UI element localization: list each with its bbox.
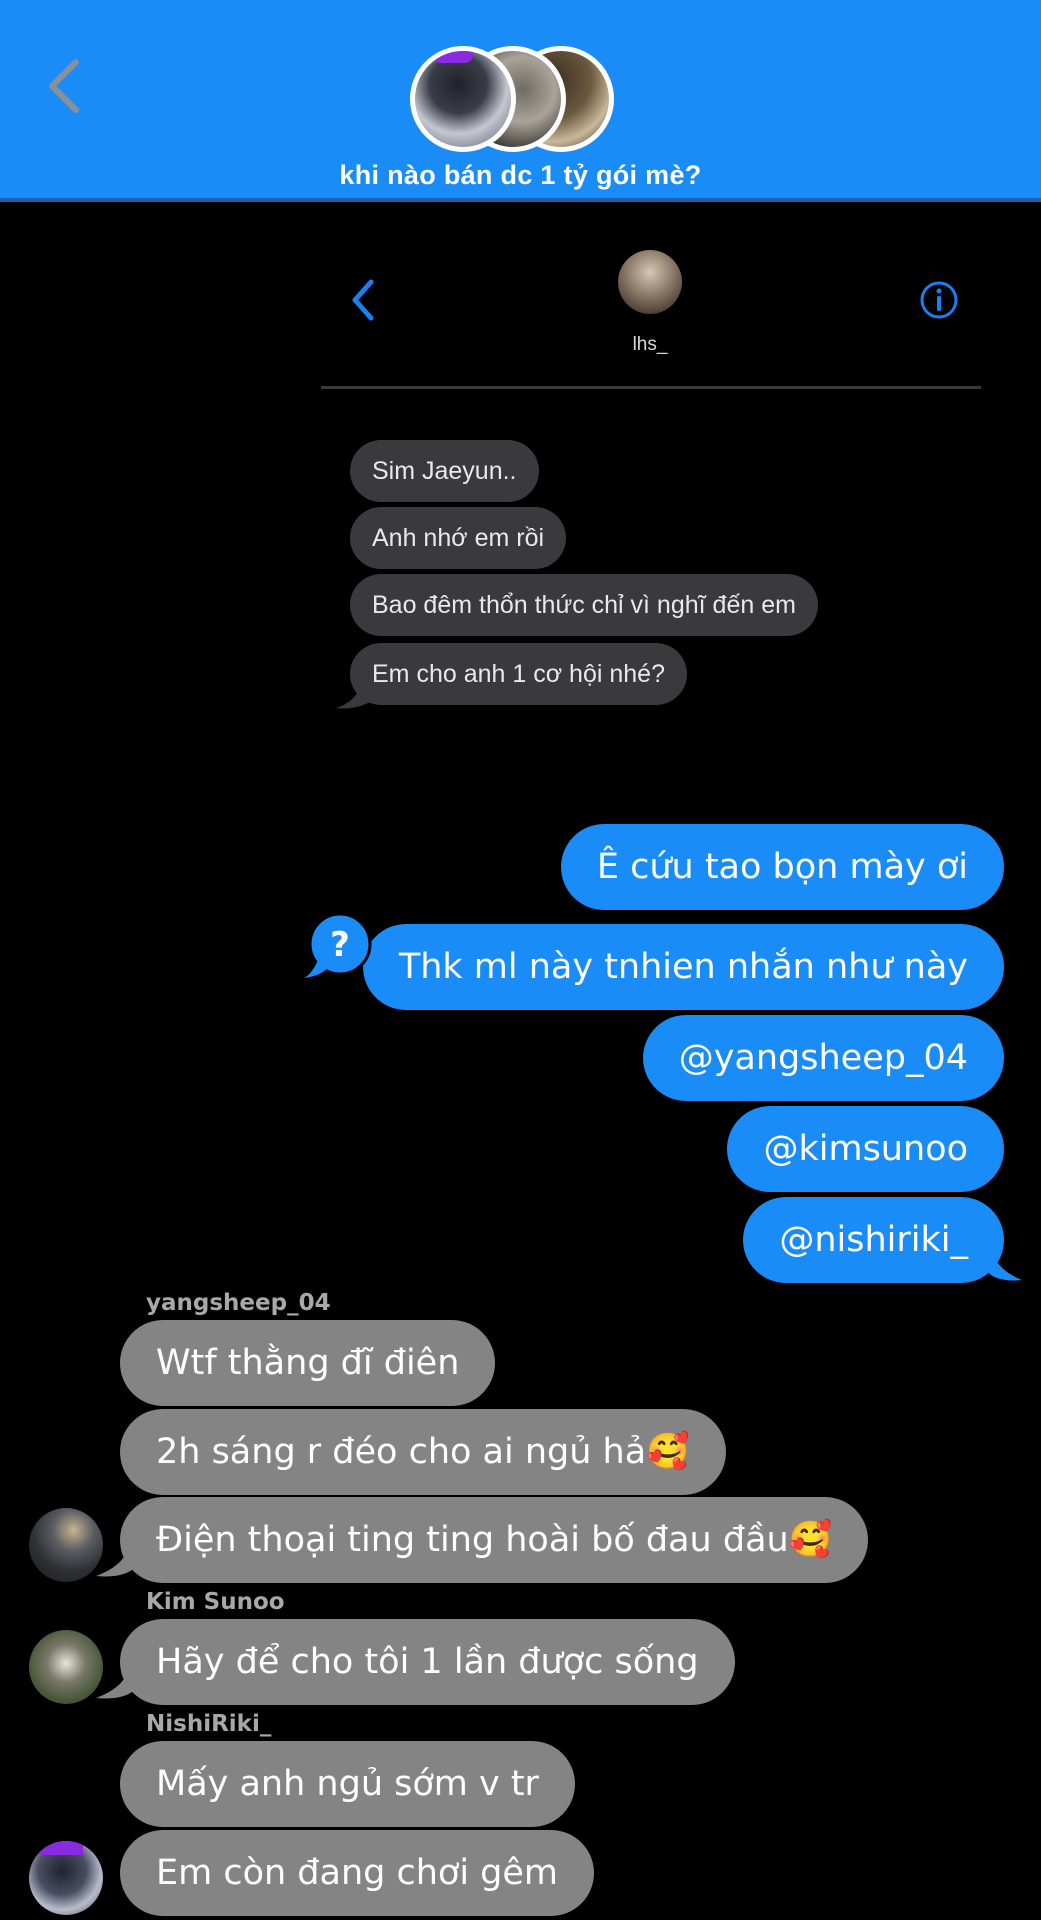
my-message-bubble[interactable]: @nishiriki_ [743, 1197, 1004, 1283]
embedded-divider [321, 386, 981, 389]
embedded-message-bubble: Anh nhớ em rồi [350, 507, 567, 569]
embedded-bubble-tail [336, 680, 376, 709]
sender-name: Kim Sunoo [146, 1589, 285, 1615]
back-chevron-icon[interactable] [42, 58, 86, 114]
embedded-back-chevron-icon [352, 279, 374, 321]
embedded-avatar [618, 250, 682, 314]
their-message-bubble[interactable]: Em còn đang chơi gêm [120, 1830, 595, 1916]
their-message-bubble[interactable]: 2h sáng r đéo cho ai ngủ hả🥰 [120, 1409, 726, 1495]
info-icon [920, 281, 958, 319]
group-avatar-stack[interactable] [410, 42, 616, 156]
group-member-avatar [410, 46, 516, 152]
embedded-username: lhs_ [632, 334, 668, 355]
avatar[interactable] [29, 1841, 103, 1915]
their-message-bubble[interactable]: Hãy để cho tôi 1 lần được sống [120, 1619, 735, 1705]
my-message-bubble[interactable]: @yangsheep_04 [642, 1015, 1004, 1101]
sender-name: NishiRiki_ [146, 1711, 272, 1737]
my-message-bubble[interactable]: @kimsunoo [727, 1106, 1004, 1192]
embedded-message-bubble: Sim Jaeyun.. [350, 440, 539, 502]
embedded-message-bubble: Em cho anh 1 cơ hội nhé? [350, 643, 687, 705]
svg-text:?: ? [330, 925, 350, 965]
group-title[interactable]: khi nào bán dc 1 tỷ gói mè? [0, 160, 1041, 191]
their-message-bubble[interactable]: Điện thoại ting ting hoài bố đau đầu🥰 [120, 1497, 869, 1583]
sender-name: yangsheep_04 [146, 1290, 331, 1316]
avatar[interactable] [29, 1508, 103, 1582]
my-bubble-tail [988, 1240, 1022, 1281]
header-divider [0, 198, 1041, 202]
avatar[interactable] [29, 1630, 103, 1704]
my-message-bubble[interactable]: Thk ml này tnhien nhắn như này [362, 924, 1004, 1010]
question-bubble-icon: ? [304, 912, 372, 978]
their-message-bubble[interactable]: Mấy anh ngủ sớm v tr [120, 1741, 575, 1827]
their-message-bubble[interactable]: Wtf thằng đĩ điên [120, 1320, 496, 1406]
my-message-bubble[interactable]: Ê cứu tao bọn mày ơi [560, 824, 1004, 910]
embedded-message-bubble: Bao đêm thổn thức chỉ vì nghĩ đến em [350, 574, 818, 636]
